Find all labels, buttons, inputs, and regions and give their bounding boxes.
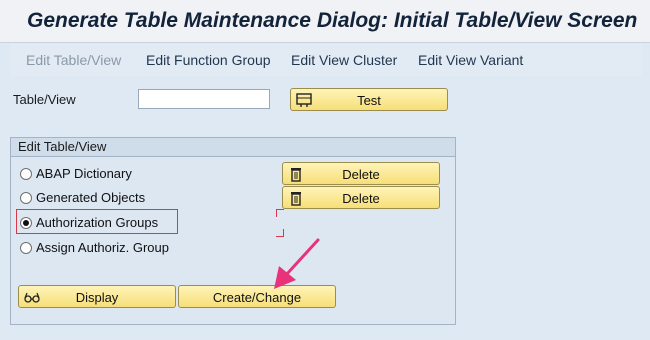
menu-bar: Edit Table/View Edit Function Group Edit…: [10, 44, 642, 76]
menu-edit-view-cluster[interactable]: Edit View Cluster: [291, 52, 397, 68]
radio-button[interactable]: [20, 192, 32, 204]
delete-label: Delete: [342, 167, 380, 182]
radio-label: Generated Objects: [36, 190, 146, 205]
delete-label: Delete: [342, 191, 380, 206]
table-view-label: Table/View: [13, 92, 76, 107]
window-title: Generate Table Maintenance Dialog: Initi…: [27, 9, 638, 32]
title-divider: [0, 42, 650, 43]
group-header: Edit Table/View: [11, 138, 455, 157]
highlight-box: [16, 209, 178, 234]
display-button[interactable]: Display: [18, 285, 176, 308]
table-view-input[interactable]: [138, 89, 270, 109]
radio-label: Assign Authoriz. Group: [36, 240, 169, 255]
create-change-button[interactable]: Create/Change: [178, 285, 336, 308]
create-change-label: Create/Change: [212, 290, 302, 305]
title-bar: Generate Table Maintenance Dialog: Initi…: [0, 0, 650, 42]
delete-button-1[interactable]: Delete: [282, 162, 440, 185]
test-button[interactable]: Test: [290, 88, 448, 111]
menu-edit-table-view[interactable]: Edit Table/View: [26, 52, 121, 68]
highlight-corner-top: [276, 209, 284, 217]
radio-label: ABAP Dictionary: [36, 166, 132, 181]
delete-button-2[interactable]: Delete: [282, 186, 440, 209]
radio-button[interactable]: [20, 168, 32, 180]
highlight-corner-bottom: [276, 229, 284, 237]
group-title: Edit Table/View: [18, 139, 107, 154]
display-label: Display: [75, 290, 119, 305]
test-button-label: Test: [357, 93, 381, 108]
menu-edit-view-variant[interactable]: Edit View Variant: [418, 52, 523, 68]
radio-button[interactable]: [20, 242, 32, 254]
menu-edit-function-group[interactable]: Edit Function Group: [146, 52, 271, 68]
